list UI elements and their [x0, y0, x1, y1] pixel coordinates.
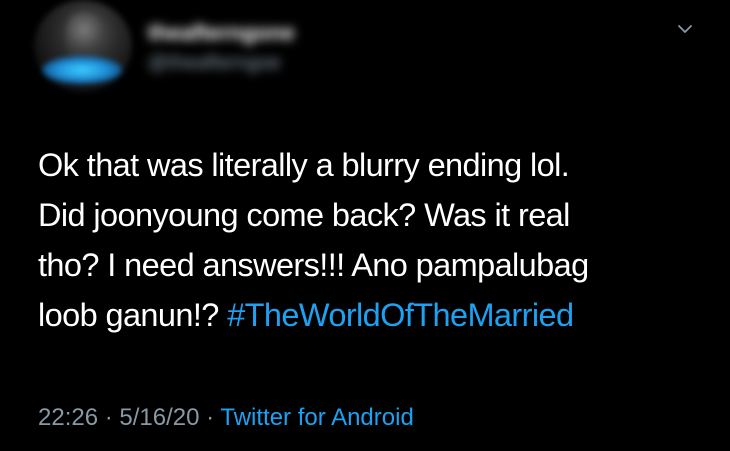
chevron-down-icon[interactable]	[676, 20, 694, 38]
tweet-source-link[interactable]: Twitter for Android	[220, 404, 413, 431]
tweet-text: Ok that was literally a blurry ending lo…	[38, 140, 708, 340]
meta-separator: ·	[199, 404, 221, 431]
tweet-line: tho? I need answers!!! Ano pampalubag	[38, 247, 589, 283]
tweet-line: Ok that was literally a blurry ending lo…	[38, 147, 570, 183]
avatar-water	[42, 56, 122, 84]
tweet-card: theafterngone @theafterngoe Ok that was …	[0, 0, 730, 451]
tweet-date[interactable]: 5/16/20	[119, 404, 199, 431]
tweet-meta: 22:26 · 5/16/20 · Twitter for Android	[38, 404, 414, 432]
tweet-line: Did joonyoung come back? Was it real	[38, 197, 570, 233]
tweet-line-last: loob ganun!? #TheWorldOfTheMarried	[38, 290, 708, 340]
display-name[interactable]: theafterngone	[148, 20, 295, 46]
hashtag-link[interactable]: #TheWorldOfTheMarried	[227, 297, 574, 333]
avatar[interactable]	[34, 0, 132, 92]
tweet-time[interactable]: 22:26	[38, 404, 98, 431]
meta-separator: ·	[98, 404, 120, 431]
user-handle[interactable]: @theafterngoe	[148, 52, 281, 75]
avatar-figure	[66, 12, 102, 56]
tweet-line-text: loob ganun!?	[38, 297, 228, 333]
